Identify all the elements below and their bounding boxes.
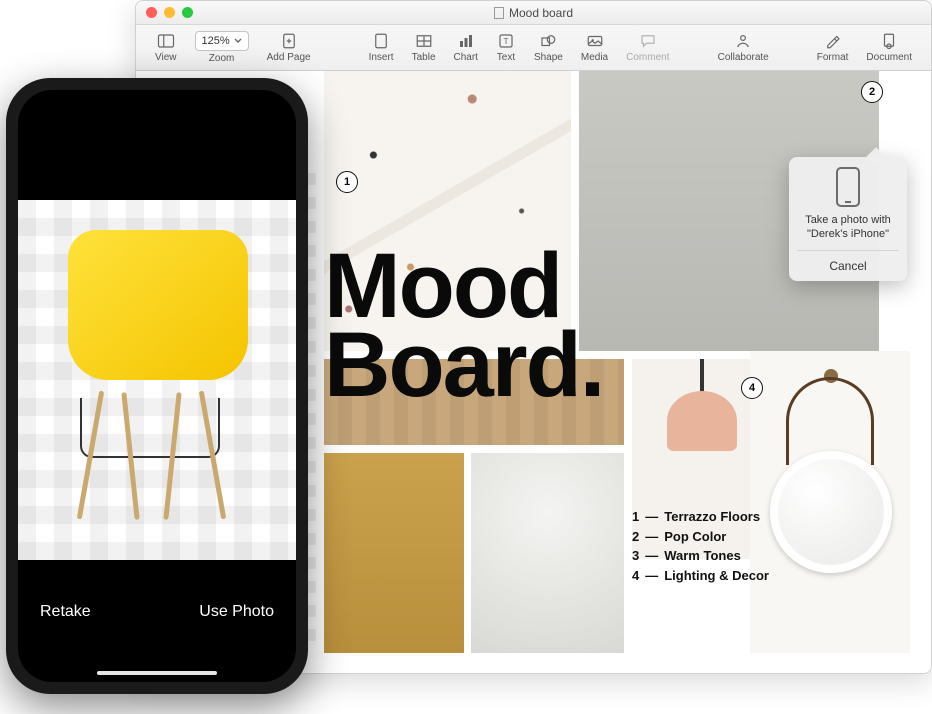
media-button[interactable]: Media: [581, 32, 608, 63]
media-icon: [585, 32, 605, 50]
table-icon: [414, 32, 434, 50]
window-titlebar[interactable]: Mood board: [136, 1, 931, 25]
iphone-notch: [87, 90, 227, 114]
add-page-button[interactable]: Add Page: [267, 32, 311, 63]
window-title: Mood board: [136, 6, 931, 20]
legend[interactable]: 1—Terrazzo Floors 2—Pop Color 3—Warm Ton…: [632, 507, 769, 585]
use-photo-button[interactable]: Use Photo: [199, 603, 274, 621]
document-settings-icon: [879, 32, 899, 50]
text-button[interactable]: T Text: [496, 32, 516, 63]
add-page-icon: [279, 32, 299, 50]
svg-text:T: T: [503, 37, 508, 46]
image-fur[interactable]: [471, 453, 624, 653]
continuity-camera-popover: Take a photo with"Derek's iPhone" Cancel: [789, 157, 907, 281]
camera-action-bar: Retake Use Photo: [18, 562, 296, 682]
iphone-screen: Retake Use Photo: [18, 90, 296, 682]
image-mirror[interactable]: [750, 351, 910, 653]
table-button[interactable]: Table: [412, 32, 436, 63]
sidebar-icon: [156, 32, 176, 50]
insert-label: Insert: [369, 52, 394, 63]
zoom-window-button[interactable]: [182, 7, 193, 18]
zoom-value: 125%: [202, 35, 230, 47]
cancel-button[interactable]: Cancel: [797, 250, 899, 281]
collaborate-icon: [733, 32, 753, 50]
marker-4[interactable]: 4: [741, 377, 763, 399]
format-icon: [823, 32, 843, 50]
legend-row: 1—Terrazzo Floors: [632, 507, 769, 527]
document-title[interactable]: Mood Board.: [324, 247, 603, 405]
shape-label: Shape: [534, 52, 563, 63]
document-icon: [494, 7, 504, 19]
format-label: Format: [817, 52, 849, 63]
chart-label: Chart: [454, 52, 478, 63]
collaborate-label: Collaborate: [718, 52, 769, 63]
format-button[interactable]: Format: [817, 32, 849, 63]
shape-icon: [538, 32, 558, 50]
comment-label: Comment: [626, 52, 669, 63]
insert-icon: [371, 32, 391, 50]
toolbar: View 125% Zoom Add Page Insert Table Cha…: [136, 25, 931, 71]
retake-button[interactable]: Retake: [40, 603, 91, 621]
title-line-2: Board.: [324, 326, 603, 405]
comment-button: Comment: [626, 32, 669, 63]
chevron-down-icon: [234, 38, 242, 44]
window-controls: [146, 7, 193, 18]
popover-message: Take a photo with"Derek's iPhone": [797, 213, 899, 242]
add-page-label: Add Page: [267, 52, 311, 63]
iphone-device: Retake Use Photo: [6, 78, 308, 694]
camera-captured-photo: [18, 200, 296, 560]
comment-icon: [638, 32, 658, 50]
chart-icon: [456, 32, 476, 50]
chart-button[interactable]: Chart: [454, 32, 478, 63]
insert-button[interactable]: Insert: [369, 32, 394, 63]
shape-button[interactable]: Shape: [534, 32, 563, 63]
image-sofa[interactable]: [324, 453, 464, 653]
home-indicator[interactable]: [97, 671, 217, 675]
text-icon: T: [496, 32, 516, 50]
minimize-window-button[interactable]: [164, 7, 175, 18]
marker-1[interactable]: 1: [336, 171, 358, 193]
legend-row: 2—Pop Color: [632, 527, 769, 547]
collaborate-button[interactable]: Collaborate: [718, 32, 769, 63]
zoom-control[interactable]: 125% Zoom: [195, 31, 249, 64]
close-window-button[interactable]: [146, 7, 157, 18]
chair-photo-subject: [58, 230, 258, 530]
legend-row: 4—Lighting & Decor: [632, 566, 769, 586]
window-title-text: Mood board: [509, 6, 573, 20]
media-label: Media: [581, 52, 608, 63]
table-label: Table: [412, 52, 436, 63]
view-button[interactable]: View: [155, 32, 177, 63]
document-label: Document: [866, 52, 912, 63]
zoom-label: Zoom: [209, 53, 235, 64]
document-button[interactable]: Document: [866, 32, 912, 63]
marker-2[interactable]: 2: [861, 81, 883, 103]
iphone-icon: [836, 167, 860, 207]
view-label: View: [155, 52, 177, 63]
text-label: Text: [497, 52, 515, 63]
legend-row: 3—Warm Tones: [632, 546, 769, 566]
